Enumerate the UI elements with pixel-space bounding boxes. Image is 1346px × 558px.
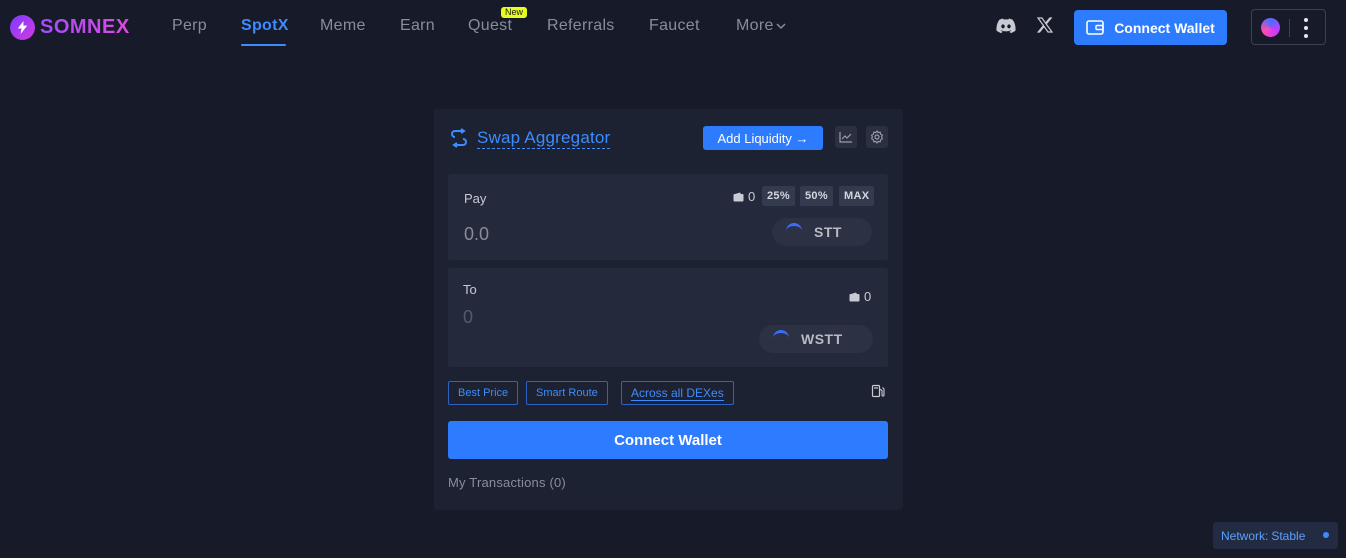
- nav-referrals[interactable]: Referrals: [547, 17, 615, 35]
- more-vertical-icon[interactable]: [1304, 18, 1308, 38]
- header-connect-wallet-button[interactable]: Connect Wallet: [1074, 10, 1227, 45]
- network-status-value: Stable: [1271, 528, 1306, 543]
- wstt-token-icon: [773, 330, 789, 346]
- stt-token-icon: [786, 223, 802, 239]
- network-status: Network: Stable: [1213, 522, 1338, 549]
- nav-faucet[interactable]: Faucet: [649, 17, 700, 35]
- to-label: To: [463, 282, 477, 297]
- brand-logo[interactable]: SOMNEX: [10, 14, 130, 40]
- nav-spotx[interactable]: SpotX: [241, 17, 289, 35]
- pay-balance: 0: [733, 189, 755, 204]
- to-token-name: WSTT: [801, 331, 843, 347]
- new-badge: New: [501, 7, 528, 18]
- nav-quest[interactable]: Quest: [468, 17, 512, 35]
- header-connect-wallet-label: Connect Wallet: [1114, 19, 1215, 36]
- to-panel: To 0 0 WSTT: [448, 268, 888, 367]
- to-balance: 0: [849, 289, 871, 304]
- swap-card: Swap Aggregator Add Liquidity → Pay 0 25…: [434, 109, 903, 510]
- swap-connect-wallet-button[interactable]: Connect Wallet: [448, 421, 888, 459]
- x-icon[interactable]: [1036, 17, 1054, 38]
- status-dot: [1323, 532, 1329, 538]
- nav-earn[interactable]: Earn: [400, 17, 435, 35]
- nav-more[interactable]: More: [736, 17, 786, 35]
- chart-icon[interactable]: [835, 126, 857, 148]
- brand-name: SOMNEX: [40, 15, 130, 38]
- pay-token-name: STT: [814, 224, 842, 240]
- discord-icon[interactable]: [996, 17, 1016, 40]
- tag-across-all-dexes-label: Across all DEXes: [631, 385, 724, 401]
- to-amount-input[interactable]: 0: [463, 307, 473, 328]
- top-navigation-bar: SOMNEX Perp SpotX Meme Earn Quest New Re…: [0, 0, 1346, 54]
- pay-balance-value: 0: [748, 189, 756, 204]
- tag-across-all-dexes[interactable]: Across all DEXes: [621, 381, 734, 405]
- to-token-selector[interactable]: WSTT: [759, 325, 873, 353]
- my-transactions-link[interactable]: My Transactions (0): [448, 475, 566, 490]
- nav-perp[interactable]: Perp: [172, 17, 207, 35]
- chevron-down-icon: [776, 23, 786, 29]
- pay-token-selector[interactable]: STT: [772, 218, 872, 246]
- to-balance-value: 0: [864, 289, 872, 304]
- swap-title[interactable]: Swap Aggregator: [477, 128, 611, 149]
- pct-50-button[interactable]: 50%: [800, 186, 833, 206]
- active-nav-indicator: [241, 44, 286, 46]
- max-button[interactable]: MAX: [839, 186, 875, 206]
- pay-label: Pay: [464, 191, 487, 206]
- gear-icon[interactable]: [866, 126, 888, 148]
- avatar[interactable]: [1261, 18, 1280, 37]
- wallet-icon: [733, 192, 744, 201]
- network-label: Network:: [1221, 528, 1269, 543]
- pay-amount-input[interactable]: 0.0: [464, 224, 489, 245]
- tag-best-price: Best Price: [448, 381, 519, 405]
- nav-meme[interactable]: Meme: [320, 17, 366, 35]
- add-liquidity-button[interactable]: Add Liquidity →: [703, 126, 823, 150]
- wallet-icon: [849, 292, 860, 301]
- wallet-icon: [1086, 20, 1104, 35]
- gas-pump-icon[interactable]: [871, 384, 885, 403]
- lightning-icon: [10, 14, 35, 40]
- account-menu[interactable]: [1251, 9, 1326, 45]
- tag-smart-route: Smart Route: [526, 381, 608, 405]
- pay-panel: Pay 0 25% 50% MAX 0.0 STT: [448, 174, 888, 260]
- pct-25-button[interactable]: 25%: [762, 186, 795, 206]
- swap-arrows-icon: [449, 128, 469, 153]
- menu-divider: [1289, 19, 1290, 37]
- nav-more-label: More: [736, 17, 774, 34]
